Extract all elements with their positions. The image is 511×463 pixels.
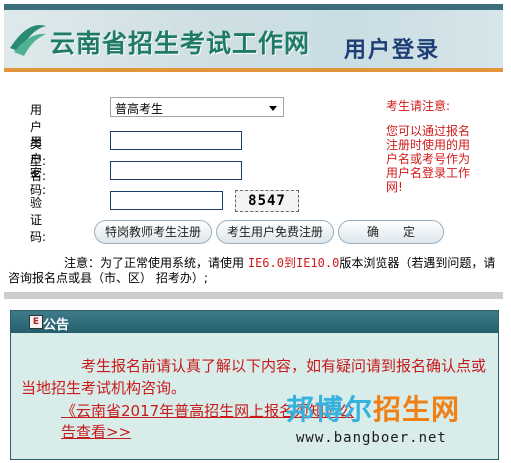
tip-browsers: IE6.0到IE10.0 [247, 256, 340, 270]
watermark-url: www.bangboer.net [296, 430, 447, 446]
section-divider [4, 292, 503, 299]
header-top-stripe [4, 4, 503, 10]
password-input[interactable] [110, 161, 242, 180]
browser-tip: 注意：为了正常使用系统，请使用 IE6.0到IE10.0版本浏览器（若遇到问题，… [8, 256, 502, 286]
page-title: 用户登录 [344, 38, 441, 63]
notice-title: 考生请注意: [386, 99, 451, 113]
free-register-button[interactable]: 考生用户免费注册 [216, 220, 334, 244]
tip-prefix: 注意：为了正常使用系统，请使用 [64, 256, 245, 270]
chevron-down-icon [269, 106, 277, 111]
header-banner: 云南省招生考试工作网 用户登录 [4, 4, 503, 72]
announcement-title: 公告 [43, 318, 70, 333]
user-type-select[interactable]: 普高考生 [110, 97, 284, 117]
user-type-selected: 普高考生 [115, 102, 164, 116]
site-title: 云南省招生考试工作网 [50, 29, 311, 58]
teacher-register-button[interactable]: 特岗教师考生注册 [94, 220, 212, 244]
notice-body: 您可以通过报名注册时使用的用户名或考号作为用户名登录工作网! [386, 124, 471, 194]
logo-swoosh-icon [10, 24, 46, 56]
watermark-logo: 邦博尔招生网 [286, 393, 461, 426]
captcha-image[interactable]: 8547 [235, 190, 299, 212]
captcha-label: 验证码: [30, 196, 47, 244]
captcha-input[interactable] [110, 191, 223, 210]
announcement-header: E 公告 [11, 311, 498, 333]
password-label: 密 码: [30, 166, 67, 197]
confirm-button[interactable]: 确 定 [338, 220, 444, 244]
announcement-icon: E [29, 315, 43, 329]
username-input[interactable] [110, 131, 242, 150]
